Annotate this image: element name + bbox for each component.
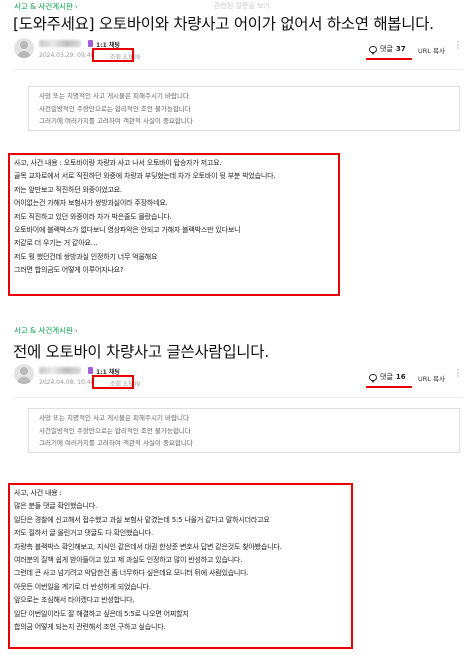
- content-line: 사고, 사건 내용 : 오토바이랑 차량과 사고 나서 오토바이 탑승자가 저고…: [14, 159, 222, 167]
- author-name-blurred[interactable]: [39, 40, 81, 47]
- comment-button[interactable]: 댓글 37: [369, 44, 406, 55]
- post-2: 사고 & 사건게시판 › 전에 오토바이 차량사고 글쓴사람입니다. 1:1 채팅…: [0, 318, 470, 665]
- comment-count: 37: [395, 45, 406, 53]
- highlight-box: [92, 375, 134, 389]
- notice-line: 사망 또는 치명적인 사고 게시물은 피해주시기 바랍니다: [39, 92, 189, 100]
- content-line: 일단 이번일이라도 잘 해결하고 싶은데 5:5로 나오면 어찌할지: [14, 609, 189, 618]
- highlight-underline: [366, 58, 412, 60]
- chevron-right-icon: ›: [74, 327, 78, 335]
- notice-line: 그러기에 여러가지를 고려하여 객관적 사실이 중요합니다: [39, 439, 193, 447]
- author-name-blurred[interactable]: [39, 367, 81, 374]
- comment-button[interactable]: 댓글 16: [369, 372, 406, 383]
- post-title: 전에 오토바이 차량사고 글쓴사람입니다.: [13, 343, 269, 361]
- avatar[interactable]: [14, 364, 34, 384]
- post-1: 사고 & 사건게시판 › [도와주세요] 오토바이와 차량사고 어이가 없어서 하…: [0, 0, 470, 312]
- highlight-box: [92, 48, 134, 62]
- notice-box: 사망 또는 치명적인 사고 게시물은 피해주시기 바랍니다 사건일방적인 주장만…: [28, 408, 460, 453]
- author-badge-icon: [88, 40, 93, 47]
- comment-label: 댓글: [380, 45, 393, 53]
- author-badge-icon: [88, 367, 93, 374]
- content-line: 그런데 큰 사고 넘기려고 악담한건 좀 너무하다 싶은데요 모니터 뒤에 사람…: [14, 569, 249, 578]
- more-vertical-icon[interactable]: · · ·: [456, 39, 460, 53]
- category-label: 사고 & 사건게시판: [14, 2, 73, 11]
- category-label: 사고 & 사건게시판: [14, 326, 73, 335]
- highlight-underline: [366, 386, 412, 388]
- notice-line: 사건일방적인 주장만으로는 합리적인 조언 불가능합니다: [39, 426, 191, 435]
- more-vertical-icon[interactable]: · · ·: [456, 367, 460, 381]
- avatar[interactable]: [14, 38, 34, 58]
- content-line: 저도 뭣 했던건데 쌍방과실 인정하기 너무 억울해요: [14, 252, 158, 261]
- url-copy-button[interactable]: URL 복사: [418, 45, 445, 55]
- content-line: 차량측 블랙박스 확인해보고, 지식인 같은데서 대권 한상준 변호사 답변 같…: [14, 542, 282, 551]
- content-line: 일단은 경찰에 신고해서 접수했고 과실 보험사 맡겼는데 5:5 나올거 같다…: [14, 515, 270, 524]
- content-line: 저도 직진하고 있던 와중이라 차가 박은줄도 몰랐습니다.: [14, 212, 172, 221]
- category-link[interactable]: 사고 & 사건게시판 ›: [14, 325, 78, 336]
- url-copy-button[interactable]: URL 복사: [418, 373, 445, 383]
- content-line: 오토바이에 블랙박스가 없다보니 영상파악은 안되고 가해자 블랙박스만 있다보…: [14, 226, 241, 235]
- comment-count: 16: [395, 373, 406, 381]
- comment-label: 댓글: [380, 373, 393, 381]
- notice-box: 사망 또는 치명적인 사고 게시물은 피해주시기 바랍니다 사건일방적인 주장만…: [28, 86, 460, 131]
- content-line: 여러분의 질책 쉽게 받아들이고 있고 제 과실도 인정하고 많이 반성하고 있…: [14, 556, 243, 565]
- content-line: 저같로 더 우기는 거 같아요…: [14, 239, 98, 248]
- post-date: 2024.04.08. 10:48: [39, 379, 95, 386]
- content-line: 저도 질하서 글 올린거고 댓글도 다 확인했습니다.: [14, 529, 153, 538]
- content-line: 저는 앞만보고 직진하던 와중이었고요.: [14, 185, 122, 194]
- post-title: [도와주세요] 오토바이와 차량사고 어이가 없어서 하소연 해봅니다.: [13, 15, 434, 33]
- content-line: 그러면 합의금도 어떻게 이루어지나요?: [14, 266, 124, 275]
- content-line: 어이없는건 가해자 보험사가 쌍방과실이라 주장하네요.: [14, 199, 168, 208]
- divider: [14, 397, 462, 398]
- post-content: 사고, 사건 내용 : 오토바이랑 차량과 사고 나서 오토바이 탑승자가 저고…: [8, 153, 340, 296]
- content-line: 골목 교차로에서 서로 직진하던 와중에 차량과 부딪혔는데 차가 오토바이 뒷…: [14, 172, 276, 181]
- post-date: 2024.03.29. 09:48: [39, 52, 95, 59]
- divider: [14, 69, 462, 70]
- content-line: 합의금 어떻게 되는지 관련해서 조언 구하고 싶습니다.: [14, 623, 166, 632]
- notice-line: 사망 또는 치명적인 사고 게시물은 피해주시기 바랍니다: [39, 414, 189, 422]
- chevron-right-icon: ›: [74, 3, 78, 11]
- notice-line: 그러기에 여러가지를 고려하여 객관적 사실이 중요합니다: [39, 117, 193, 125]
- post-content: 사고, 사건 내용 : 많은 분들 댓글 확인했습니다. 일단은 경찰에 신고해…: [8, 483, 353, 649]
- content-line: 앞으로는 조심해서 타야겠다고 반성합니다.: [14, 596, 135, 605]
- notice-line: 사건일방적인 주장만으로는 합리적인 조언 불가능합니다: [39, 104, 191, 113]
- category-link[interactable]: 사고 & 사건게시판 ›: [14, 1, 78, 12]
- content-line: 사고, 사건 내용 :: [14, 489, 62, 497]
- comment-icon: [369, 373, 377, 383]
- content-line: 아뭇든 이번일을 계기로 더 반성하게 되었습니다.: [14, 582, 151, 591]
- comment-icon: [369, 45, 377, 55]
- content-line: 많은 분들 댓글 확인했습니다.: [14, 502, 97, 511]
